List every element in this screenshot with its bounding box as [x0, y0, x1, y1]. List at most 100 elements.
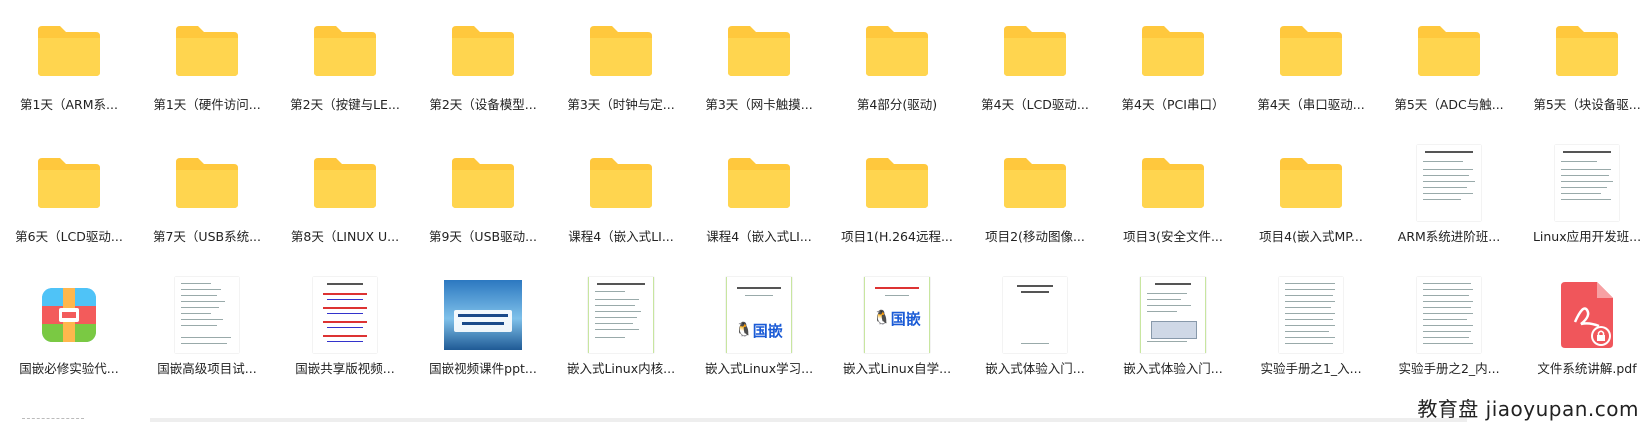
file-name: 项目1(H.264远程... — [841, 229, 953, 244]
folder-icon — [1134, 12, 1212, 90]
document-thumbnail — [306, 276, 384, 354]
folder-item[interactable]: 第3天（网卡触摸... — [690, 0, 828, 132]
file-name: 第4天（LCD驱动... — [981, 97, 1089, 112]
file-name: 课程4（嵌入式LI... — [568, 229, 674, 244]
archive-app-icon — [30, 276, 108, 354]
file-grid: 第1天（ARM系... 第1天（硬件访问... 第2天（按键与LE... 第2天… — [0, 0, 1647, 396]
penguin-icon: 🐧 — [873, 310, 891, 326]
logo-text: 国嵌 — [890, 309, 921, 328]
folder-item[interactable]: 项目2(移动图像... — [966, 132, 1104, 264]
folder-item[interactable]: 第7天（USB系统... — [138, 132, 276, 264]
folder-icon — [30, 144, 108, 222]
file-name: 国嵌必修实验代... — [19, 361, 119, 376]
file-name: 第7天（USB系统... — [152, 229, 262, 244]
folder-icon — [996, 12, 1074, 90]
document-item[interactable]: 嵌入式Linux内核... — [552, 264, 690, 396]
folder-icon — [996, 144, 1074, 222]
folder-item[interactable]: 第2天（设备模型... — [414, 0, 552, 132]
folder-item[interactable]: 第4部分(驱动) — [828, 0, 966, 132]
file-name: 项目3(安全文件... — [1123, 229, 1223, 244]
presentation-item[interactable]: 国嵌视频课件ppt... — [414, 264, 552, 396]
folder-item[interactable]: 第1天（ARM系... — [0, 0, 138, 132]
file-name: 第2天（按键与LE... — [290, 97, 400, 112]
document-thumbnail — [1410, 276, 1488, 354]
file-name: 文件系统讲解.pdf — [1537, 361, 1637, 376]
guoqian-logo: 🐧 国嵌 — [871, 309, 923, 328]
document-item[interactable]: 嵌入式体验入门... — [1104, 264, 1242, 396]
folder-item[interactable]: 课程4（嵌入式LI... — [552, 132, 690, 264]
file-name: 第5天（ADC与触... — [1394, 97, 1504, 112]
document-thumbnail — [996, 276, 1074, 354]
file-name: 第3天（时钟与定... — [567, 97, 675, 112]
document-item[interactable]: 国嵌高级项目试... — [138, 264, 276, 396]
folder-icon — [168, 144, 246, 222]
folder-item[interactable]: 第4天（LCD驱动... — [966, 0, 1104, 132]
document-thumbnail — [1134, 276, 1212, 354]
logo-text: 国嵌 — [752, 321, 783, 340]
folder-icon — [858, 144, 936, 222]
document-thumbnail — [1548, 144, 1626, 222]
selection-outline — [22, 418, 84, 422]
folder-item[interactable]: 第5天（ADC与触... — [1380, 0, 1518, 132]
horizontal-scrollbar[interactable] — [150, 418, 1467, 422]
file-name: 国嵌高级项目试... — [157, 361, 257, 376]
folder-item[interactable]: 项目4(嵌入式MP... — [1242, 132, 1380, 264]
document-item[interactable]: 🐧 国嵌 嵌入式Linux学习... — [690, 264, 828, 396]
folder-item[interactable]: 项目1(H.264远程... — [828, 132, 966, 264]
file-name: 实验手册之1_入... — [1260, 361, 1362, 376]
file-name: 国嵌共享版视频... — [295, 361, 395, 376]
folder-item[interactable]: 课程4（嵌入式LI... — [690, 132, 828, 264]
folder-icon — [1410, 12, 1488, 90]
folder-icon — [1134, 144, 1212, 222]
folder-item[interactable]: 第8天（LINUX U... — [276, 132, 414, 264]
document-thumbnail — [1272, 276, 1350, 354]
folder-icon — [306, 12, 384, 90]
file-name: 第1天（硬件访问... — [153, 97, 261, 112]
folder-icon — [1272, 12, 1350, 90]
slide-thumbnail — [444, 276, 522, 354]
file-name: 第1天（ARM系... — [20, 97, 118, 112]
folder-icon — [30, 12, 108, 90]
document-item[interactable]: 🐧 国嵌 嵌入式Linux自学... — [828, 264, 966, 396]
document-item[interactable]: 国嵌共享版视频... — [276, 264, 414, 396]
folder-icon — [582, 144, 660, 222]
folder-icon — [444, 12, 522, 90]
archive-item[interactable]: 国嵌必修实验代... — [0, 264, 138, 396]
folder-icon — [1272, 144, 1350, 222]
folder-item[interactable]: 第3天（时钟与定... — [552, 0, 690, 132]
folder-item[interactable]: 第6天（LCD驱动... — [0, 132, 138, 264]
folder-item[interactable]: 项目3(安全文件... — [1104, 132, 1242, 264]
file-name: 第5天（块设备驱... — [1533, 97, 1641, 112]
file-name: 嵌入式Linux自学... — [842, 361, 952, 376]
document-item[interactable]: 实验手册之2_内... — [1380, 264, 1518, 396]
document-item[interactable]: 嵌入式体验入门... — [966, 264, 1104, 396]
folder-item[interactable]: 第2天（按键与LE... — [276, 0, 414, 132]
file-name: Linux应用开发班... — [1532, 229, 1642, 244]
folder-item[interactable]: 第4天（PCI串口） — [1104, 0, 1242, 132]
folder-item[interactable]: 第9天（USB驱动... — [414, 132, 552, 264]
file-name: 第3天（网卡触摸... — [705, 97, 813, 112]
guoqian-logo: 🐧 国嵌 — [733, 321, 785, 340]
file-name: 嵌入式Linux内核... — [566, 361, 676, 376]
document-item[interactable]: ARM系统进阶班... — [1380, 132, 1518, 264]
pdf-icon — [1548, 276, 1626, 354]
file-name: 嵌入式体验入门... — [1123, 361, 1223, 376]
document-thumbnail: 🐧 国嵌 — [858, 276, 936, 354]
folder-icon — [582, 12, 660, 90]
file-name: 第2天（设备模型... — [429, 97, 537, 112]
document-thumbnail — [1410, 144, 1488, 222]
folder-icon — [858, 12, 936, 90]
folder-icon — [306, 144, 384, 222]
folder-item[interactable]: 第1天（硬件访问... — [138, 0, 276, 132]
folder-item[interactable]: 第5天（块设备驱... — [1518, 0, 1647, 132]
folder-icon — [444, 144, 522, 222]
document-item[interactable]: 实验手册之1_入... — [1242, 264, 1380, 396]
pdf-item[interactable]: 文件系统讲解.pdf — [1518, 264, 1647, 396]
watermark: 教育盘 jiaoyupan.com — [1417, 397, 1639, 421]
document-item[interactable]: Linux应用开发班... — [1518, 132, 1647, 264]
file-name: 课程4（嵌入式LI... — [706, 229, 812, 244]
penguin-icon: 🐧 — [735, 322, 753, 338]
file-name: 第4天（串口驱动... — [1257, 97, 1365, 112]
folder-item[interactable]: 第4天（串口驱动... — [1242, 0, 1380, 132]
file-name: 项目4(嵌入式MP... — [1259, 229, 1363, 244]
